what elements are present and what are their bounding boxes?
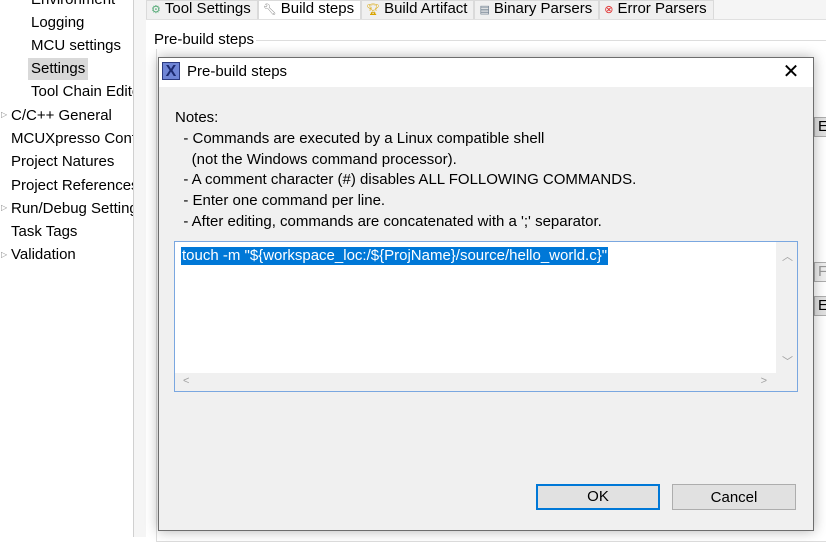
tree-item-run-debug[interactable]: Run/Debug Settings xyxy=(11,198,133,220)
chevron-right-icon[interactable]: > xyxy=(761,375,767,387)
edit-button[interactable]: Edit... xyxy=(814,117,826,137)
tab-label: Binary Parsers xyxy=(493,0,593,17)
tab-label: Tool Settings xyxy=(164,0,251,17)
command-textarea[interactable]: touch -m "${workspace_loc:/${ProjName}/s… xyxy=(174,241,798,392)
close-icon[interactable]: ✕ xyxy=(769,58,813,87)
tree-item-mcuxpresso-config[interactable]: MCUXpresso Config Tools xyxy=(11,128,133,150)
error-icon: ⊗ xyxy=(604,4,614,16)
tab-label: Error Parsers xyxy=(617,0,707,17)
expand-arrow-icon[interactable]: ▷ xyxy=(1,203,7,212)
note-line: - Commands are executed by a Linux compa… xyxy=(175,129,545,147)
horizontal-scrollbar[interactable]: < > xyxy=(175,373,797,391)
dialog-title: Pre-build steps xyxy=(187,63,288,80)
tab-bar: ⚙ Tool Settings 🔧︎ Build steps 🏆︎ Build Art… xyxy=(146,0,714,20)
wrench-icon: 🔧︎ xyxy=(262,4,277,16)
pre-build-steps-dialog: X Pre-build steps ✕ Notes: - Commands ar… xyxy=(158,57,814,531)
tree-item-project-references[interactable]: Project References xyxy=(11,175,133,197)
tab-label: Build steps xyxy=(280,0,355,17)
tree-item-logging[interactable]: Logging xyxy=(31,12,84,34)
note-line: (not the Windows command processor). xyxy=(175,150,457,168)
properties-tree[interactable]: Environment Logging MCU settings Setting… xyxy=(0,0,134,537)
tab-label: Build Artifact xyxy=(384,0,468,17)
expand-arrow-icon[interactable]: ▷ xyxy=(1,250,7,259)
vertical-scrollbar[interactable]: ︿ ﹀ xyxy=(776,242,797,373)
expand-arrow-icon[interactable]: ▷ xyxy=(1,110,7,119)
cancel-button[interactable]: Cancel xyxy=(672,484,796,510)
tree-item-settings[interactable]: Settings xyxy=(28,58,89,80)
tree-item-tool-chain-editor[interactable]: Tool Chain Editor xyxy=(31,81,133,103)
tree-item-environment[interactable]: Environment xyxy=(31,0,115,11)
note-line: - After editing, commands are concatenat… xyxy=(175,212,602,230)
chevron-down-icon[interactable]: ﹀ xyxy=(782,353,793,369)
trophy-icon: 🏆︎ xyxy=(366,4,381,16)
tab-build-artifact[interactable]: 🏆︎ Build Artifact xyxy=(361,0,475,20)
group-label: Pre-build steps xyxy=(152,31,257,49)
binary-icon: ▤ xyxy=(479,4,490,16)
ok-button[interactable]: OK xyxy=(536,484,660,510)
note-line: Notes: xyxy=(175,109,219,126)
fac-button[interactable]: Fac xyxy=(814,262,826,282)
command-text: touch -m "${workspace_loc:/${ProjName}/s… xyxy=(181,247,609,265)
tab-tool-settings[interactable]: ⚙ Tool Settings xyxy=(146,0,258,20)
note-line: - Enter one command per line. xyxy=(175,192,386,210)
note-line: - A comment character (#) disables ALL F… xyxy=(175,171,637,189)
chevron-up-icon[interactable]: ︿ xyxy=(782,248,793,264)
tree-item-task-tags[interactable]: Task Tags xyxy=(11,221,77,243)
tab-build-steps[interactable]: 🔧︎ Build steps xyxy=(257,0,362,20)
tab-binary-parsers[interactable]: ▤ Binary Parsers xyxy=(474,0,600,20)
gear-icon: ⚙ xyxy=(151,4,161,16)
chevron-left-icon[interactable]: < xyxy=(183,375,189,387)
tree-item-validation[interactable]: Validation xyxy=(11,244,76,266)
tree-item-cpp-general[interactable]: C/C++ General xyxy=(11,105,112,127)
edit-button-2[interactable]: Edit... xyxy=(814,296,826,316)
tree-item-project-natures[interactable]: Project Natures xyxy=(11,151,114,173)
app-icon: X xyxy=(162,62,180,80)
tree-item-mcu-settings[interactable]: MCU settings xyxy=(31,35,121,57)
notes-text: Notes: - Commands are executed by a Linu… xyxy=(175,108,636,233)
title-bar[interactable]: X Pre-build steps ✕ xyxy=(159,58,813,87)
tab-error-parsers[interactable]: ⊗ Error Parsers xyxy=(599,0,714,20)
